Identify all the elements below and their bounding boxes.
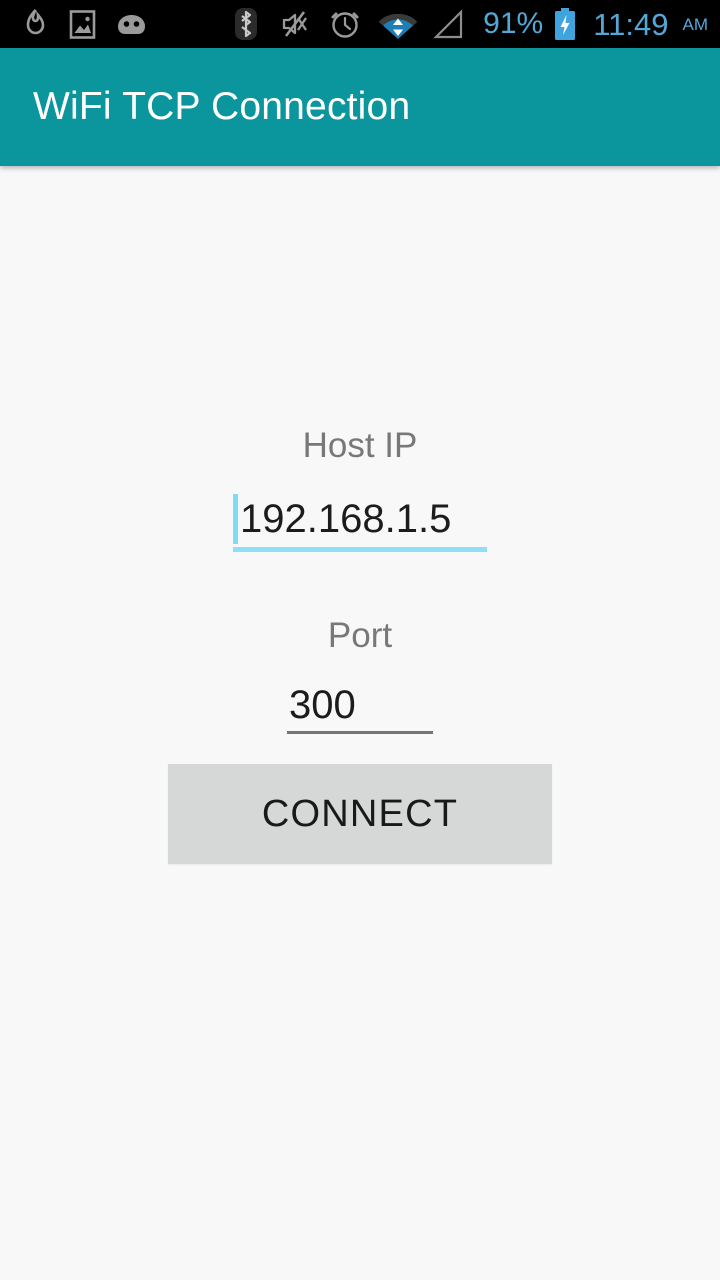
host-ip-underline (233, 547, 487, 552)
battery-percent-label: 91% (483, 7, 544, 40)
meridiem-label: AM (682, 14, 709, 34)
status-bar: 91% 11:49 AM (0, 0, 720, 48)
port-value: 300 (289, 683, 356, 727)
notification-icons (0, 9, 147, 40)
port-label: Port (327, 616, 393, 655)
host-ip-input[interactable]: 192.168.1.5 (233, 491, 487, 552)
host-ip-input-row[interactable]: 192.168.1.5 (233, 491, 487, 547)
text-cursor-icon (233, 494, 238, 544)
flame-icon (22, 9, 49, 39)
app-bar: WiFi TCP Connection (0, 48, 720, 166)
connect-button-label: CONNECT (261, 792, 459, 835)
port-underline (287, 731, 433, 734)
alarm-clock-icon (330, 8, 368, 40)
port-field-group: Port 300 (287, 618, 433, 734)
mute-icon (280, 9, 320, 39)
host-ip-label: Host IP (302, 426, 418, 465)
cell-signal-icon (432, 8, 473, 40)
system-status-icons: 91% 11:49 AM (234, 7, 720, 41)
photo-icon (69, 9, 96, 40)
port-input-row[interactable]: 300 (287, 679, 433, 731)
clock-label: 11:49 (593, 6, 669, 42)
host-ip-value: 192.168.1.5 (240, 497, 452, 541)
host-ip-field-group: Host IP 192.168.1.5 (233, 428, 487, 552)
page-title: WiFi TCP Connection (33, 85, 411, 128)
port-input[interactable]: 300 (287, 679, 433, 734)
android-head-icon (116, 12, 147, 37)
bluetooth-icon (234, 7, 270, 41)
connect-button[interactable]: CONNECT (168, 764, 552, 864)
main-content: Host IP 192.168.1.5 Port 300 CONNECT (0, 166, 720, 1280)
battery-charging-icon (553, 7, 577, 41)
app-screen: 91% 11:49 AM WiFi TCP Connection Host IP (0, 0, 720, 1280)
wifi-icon (378, 8, 422, 40)
